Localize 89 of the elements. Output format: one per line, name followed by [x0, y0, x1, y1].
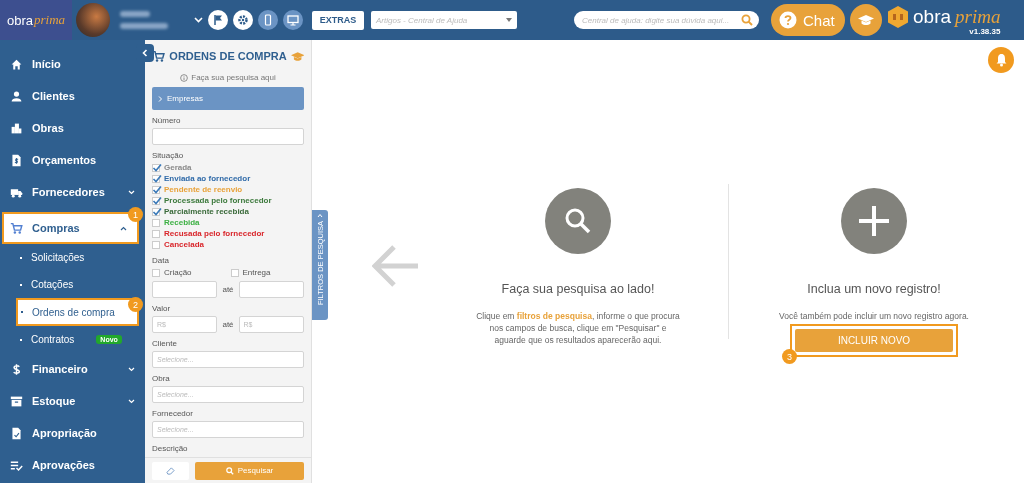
field-label: Valor: [152, 304, 172, 313]
checkbox[interactable]: [152, 163, 160, 172]
chevron-icon: [128, 398, 135, 404]
question-icon: [779, 11, 797, 29]
brand-logo: obra prima: [887, 4, 1001, 29]
instructions-text: Clique em filtros de pesquisa, informe o que procura nos campos de busca, clique em "Pesquisar" e aguarde que os resultados aparecerão aqui.: [475, 311, 681, 347]
sidebar-item[interactable]: Financeiro: [0, 353, 145, 385]
chevron-up-icon: [317, 213, 323, 218]
checkbox-label: Entrega: [242, 268, 271, 277]
hint-text: Faça sua pesquisa aqui: [191, 73, 276, 82]
field-label: Data: [152, 256, 170, 265]
sidebar-item[interactable]: Clientes: [0, 80, 145, 112]
status-option: Recebida: [164, 218, 200, 227]
status-option: Gerada: [164, 163, 192, 172]
document-check-icon: [10, 426, 23, 440]
checkbox[interactable]: [152, 185, 160, 194]
cart-icon: [10, 221, 23, 235]
status-option: Parcialmente recebida: [164, 207, 249, 216]
settings-icon[interactable]: [233, 10, 253, 30]
logo: obraprima: [0, 0, 72, 40]
checkbox[interactable]: [152, 174, 160, 183]
dollar-icon: [10, 362, 23, 376]
panel-title: Inclua um novo registro!: [807, 282, 941, 296]
bell-icon[interactable]: [988, 47, 1014, 73]
checkbox[interactable]: [152, 207, 160, 216]
checkbox[interactable]: [152, 218, 160, 227]
sidebar-item[interactable]: Aprovações: [0, 449, 145, 481]
status-option: Cancelada: [164, 240, 205, 249]
panel-title: Faça sua pesquisa ao lado!: [501, 282, 655, 296]
input-field[interactable]: [152, 128, 304, 145]
sidebar-item[interactable]: Estoque: [0, 385, 145, 417]
step-badge: 2: [128, 297, 143, 312]
chevron-icon[interactable]: [194, 17, 203, 23]
dropdown-caret-icon: [506, 18, 512, 22]
search-icon: [225, 466, 234, 475]
monitor-icon[interactable]: [283, 10, 303, 30]
field-label: Situação: [152, 151, 185, 160]
step-badge: 3: [782, 349, 797, 364]
phone-icon[interactable]: [258, 10, 278, 30]
left-arrow-icon: [372, 244, 418, 288]
search-icon[interactable]: [741, 14, 753, 26]
chevron-right-icon: [158, 95, 163, 102]
chevron-left-icon: [141, 49, 149, 57]
extras-button[interactable]: EXTRAS: [312, 10, 364, 30]
step-badge: 1: [128, 207, 143, 222]
checkbox[interactable]: [152, 229, 160, 238]
graduation-cap-icon[interactable]: [850, 4, 882, 36]
sidebar-subitem[interactable]: Cotações: [0, 271, 145, 298]
date-field[interactable]: [238, 281, 304, 298]
chevron-icon: [120, 225, 127, 231]
person-icon: [10, 89, 23, 103]
home-icon: [10, 57, 23, 71]
sidebar-item[interactable]: Início: [0, 48, 145, 80]
field-label: Número: [152, 116, 182, 125]
clear-button[interactable]: [152, 461, 189, 480]
buildings-icon: [10, 121, 23, 135]
sidebar-subitem[interactable]: Solicitações: [0, 244, 145, 271]
sidebar-item[interactable]: Apropriação: [0, 417, 145, 449]
avatar[interactable]: [76, 3, 110, 37]
date-field[interactable]: [152, 281, 218, 298]
panel-text: Você também pode incluir um novo registro agora.: [779, 311, 969, 321]
status-option: Pendente de reenvio: [164, 185, 243, 194]
field-label: Descrição: [152, 444, 189, 453]
sidebar-item[interactable]: Fornecedores: [0, 176, 145, 208]
status-option: Recusada pelo fornecedor: [164, 229, 265, 238]
status-option: Enviada ao fornecedor: [164, 174, 251, 183]
status-option: Processada pelo fornecedor: [164, 196, 272, 205]
sidebar-item[interactable]: Obras: [0, 112, 145, 144]
field-label: Fornecedor: [152, 409, 194, 418]
chevron-icon: [128, 366, 135, 372]
checkbox[interactable]: [230, 268, 239, 277]
checkbox-label: Criação: [164, 268, 192, 277]
field-label: Cliente: [152, 339, 178, 348]
archive-box-icon: [10, 394, 23, 408]
flag-icon[interactable]: [208, 10, 228, 30]
chevron-icon: [128, 189, 135, 195]
checkbox[interactable]: [152, 240, 160, 249]
eraser-icon: [166, 466, 175, 475]
version-label: v1.38.35: [969, 26, 1001, 36]
range-separator: até: [222, 320, 234, 329]
checkbox[interactable]: [152, 268, 160, 277]
info-icon: [180, 73, 189, 82]
field-label: Obra: [152, 374, 171, 383]
cart-icon: [152, 49, 166, 63]
panel-title: ORDENS DE COMPRA: [169, 50, 287, 62]
document-dollar-icon: [10, 153, 23, 167]
checkbox[interactable]: [152, 196, 160, 205]
range-separator: até: [222, 285, 234, 294]
sidebar-item[interactable]: Orçamentos: [0, 144, 145, 176]
